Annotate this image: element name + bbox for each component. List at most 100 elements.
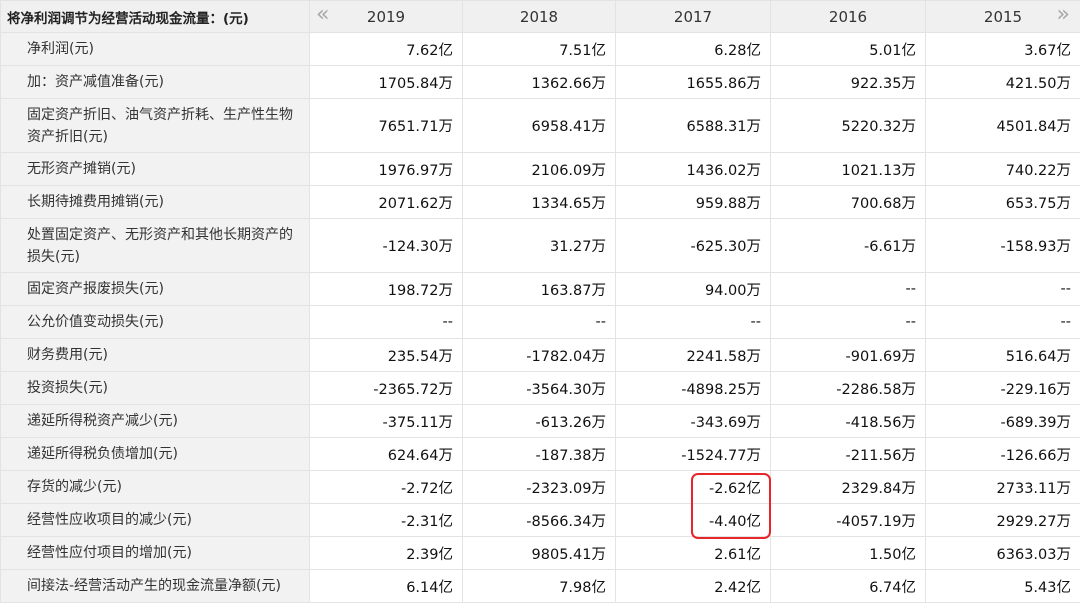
cell-value: 7.98亿 <box>462 569 616 603</box>
cell-value: 7.62亿 <box>309 32 463 66</box>
table-row: 净利润(元) 7.62亿 7.51亿 6.28亿 5.01亿 3.67亿 <box>0 32 1080 66</box>
cell-value: 700.68万 <box>770 185 926 219</box>
cell-value: -343.69万 <box>615 404 771 438</box>
row-label: 间接法-经营活动产生的现金流量净额(元) <box>0 569 310 603</box>
cell-value: -126.66万 <box>925 437 1080 471</box>
cell-value: 4501.84万 <box>925 98 1080 153</box>
cell-value: -418.56万 <box>770 404 926 438</box>
table-row: 固定资产折旧、油气资产折耗、生产性生物资产折旧(元) 7651.71万 6958… <box>0 98 1080 153</box>
table-row: 长期待摊费用摊销(元) 2071.62万 1334.65万 959.88万 70… <box>0 185 1080 219</box>
cell-value: -689.39万 <box>925 404 1080 438</box>
cell-value: 1976.97万 <box>309 152 463 186</box>
cell-value: 2106.09万 <box>462 152 616 186</box>
cell-value: 6.28亿 <box>615 32 771 66</box>
cell-value: 922.35万 <box>770 65 926 99</box>
table-row: 存货的减少(元) -2.72亿 -2323.09万 -2.62亿 2329.84… <box>0 470 1080 504</box>
cell-value: -- <box>462 305 616 339</box>
cell-value: -2286.58万 <box>770 371 926 405</box>
table-row: 投资损失(元) -2365.72万 -3564.30万 -4898.25万 -2… <box>0 371 1080 405</box>
cell-value: 6958.41万 <box>462 98 616 153</box>
table-row: 财务费用(元) 235.54万 -1782.04万 2241.58万 -901.… <box>0 338 1080 372</box>
cell-value: 1705.84万 <box>309 65 463 99</box>
cell-value: 2733.11万 <box>925 470 1080 504</box>
cell-value: -- <box>925 272 1080 306</box>
row-label: 处置固定资产、无形资产和其他长期资产的损失(元) <box>0 218 310 273</box>
row-label: 公允价值变动损失(元) <box>0 305 310 339</box>
cell-value: 6363.03万 <box>925 536 1080 570</box>
table-row: 公允价值变动损失(元) -- -- -- -- -- <box>0 305 1080 339</box>
cell-value: -229.16万 <box>925 371 1080 405</box>
year-header: 2016 <box>770 0 926 33</box>
cell-value: 163.87万 <box>462 272 616 306</box>
cell-value: 31.27万 <box>462 218 616 273</box>
cash-flow-adjustment-table: 将净利润调节为经营活动现金流量：(元) « 2019 2018 2017 201… <box>0 0 1080 603</box>
row-label: 加：资产减值准备(元) <box>0 65 310 99</box>
cell-value: 1362.66万 <box>462 65 616 99</box>
cell-value: 2.61亿 <box>615 536 771 570</box>
year-header: 2018 <box>462 0 616 33</box>
year-label: 2015 <box>983 7 1023 26</box>
cell-value: -- <box>309 305 463 339</box>
cell-value: -2.62亿 <box>615 470 771 504</box>
year-label: 2019 <box>366 7 406 26</box>
cell-value: 2071.62万 <box>309 185 463 219</box>
cell-value: 1334.65万 <box>462 185 616 219</box>
cell-value: 3.67亿 <box>925 32 1080 66</box>
cell-value: -613.26万 <box>462 404 616 438</box>
cell-value: -2.31亿 <box>309 503 463 537</box>
cell-value: -- <box>925 305 1080 339</box>
cell-value: -4057.19万 <box>770 503 926 537</box>
cell-value: -2365.72万 <box>309 371 463 405</box>
cell-value: -3564.30万 <box>462 371 616 405</box>
year-label: 2016 <box>828 7 868 26</box>
previous-page-icon[interactable]: « <box>316 4 329 26</box>
table-row: 固定资产报废损失(元) 198.72万 163.87万 94.00万 -- -- <box>0 272 1080 306</box>
cell-value: 7651.71万 <box>309 98 463 153</box>
cell-value: 2329.84万 <box>770 470 926 504</box>
cell-value: 235.54万 <box>309 338 463 372</box>
cell-value: -4898.25万 <box>615 371 771 405</box>
row-label: 存货的减少(元) <box>0 470 310 504</box>
cell-value: -211.56万 <box>770 437 926 471</box>
row-label: 经营性应付项目的增加(元) <box>0 536 310 570</box>
table-title: 将净利润调节为经营活动现金流量：(元) <box>0 0 310 33</box>
next-page-icon[interactable]: » <box>1057 4 1070 26</box>
cell-value: 5.01亿 <box>770 32 926 66</box>
cell-value: 1655.86万 <box>615 65 771 99</box>
cell-value: -1524.77万 <box>615 437 771 471</box>
cell-value: 624.64万 <box>309 437 463 471</box>
cell-value: 1.50亿 <box>770 536 926 570</box>
cell-value: -2.72亿 <box>309 470 463 504</box>
table-row: 处置固定资产、无形资产和其他长期资产的损失(元) -124.30万 31.27万… <box>0 218 1080 273</box>
year-header: 2015 » <box>925 0 1080 33</box>
cell-value: 6.14亿 <box>309 569 463 603</box>
row-label: 投资损失(元) <box>0 371 310 405</box>
cell-value: 5220.32万 <box>770 98 926 153</box>
row-label: 固定资产报废损失(元) <box>0 272 310 306</box>
cell-value: -- <box>615 305 771 339</box>
table-row: 经营性应付项目的增加(元) 2.39亿 9805.41万 2.61亿 1.50亿… <box>0 536 1080 570</box>
cell-value: -1782.04万 <box>462 338 616 372</box>
cell-value: -901.69万 <box>770 338 926 372</box>
row-label: 无形资产摊销(元) <box>0 152 310 186</box>
year-label: 2018 <box>519 7 559 26</box>
cell-value: 9805.41万 <box>462 536 616 570</box>
cell-value: 2241.58万 <box>615 338 771 372</box>
cell-value: 5.43亿 <box>925 569 1080 603</box>
cell-value: -375.11万 <box>309 404 463 438</box>
table-row: 递延所得税负债增加(元) 624.64万 -187.38万 -1524.77万 … <box>0 437 1080 471</box>
cell-value: 6588.31万 <box>615 98 771 153</box>
row-label: 经营性应收项目的减少(元) <box>0 503 310 537</box>
cell-value: -6.61万 <box>770 218 926 273</box>
cell-value: 2.39亿 <box>309 536 463 570</box>
row-label: 净利润(元) <box>0 32 310 66</box>
cell-value: 740.22万 <box>925 152 1080 186</box>
row-label: 固定资产折旧、油气资产折耗、生产性生物资产折旧(元) <box>0 98 310 153</box>
cell-value: -158.93万 <box>925 218 1080 273</box>
row-label: 递延所得税资产减少(元) <box>0 404 310 438</box>
row-label: 长期待摊费用摊销(元) <box>0 185 310 219</box>
cell-value: 959.88万 <box>615 185 771 219</box>
cell-value: 1021.13万 <box>770 152 926 186</box>
cell-value: -124.30万 <box>309 218 463 273</box>
cash-flow-table-view: 将净利润调节为经营活动现金流量：(元) « 2019 2018 2017 201… <box>0 0 1080 610</box>
